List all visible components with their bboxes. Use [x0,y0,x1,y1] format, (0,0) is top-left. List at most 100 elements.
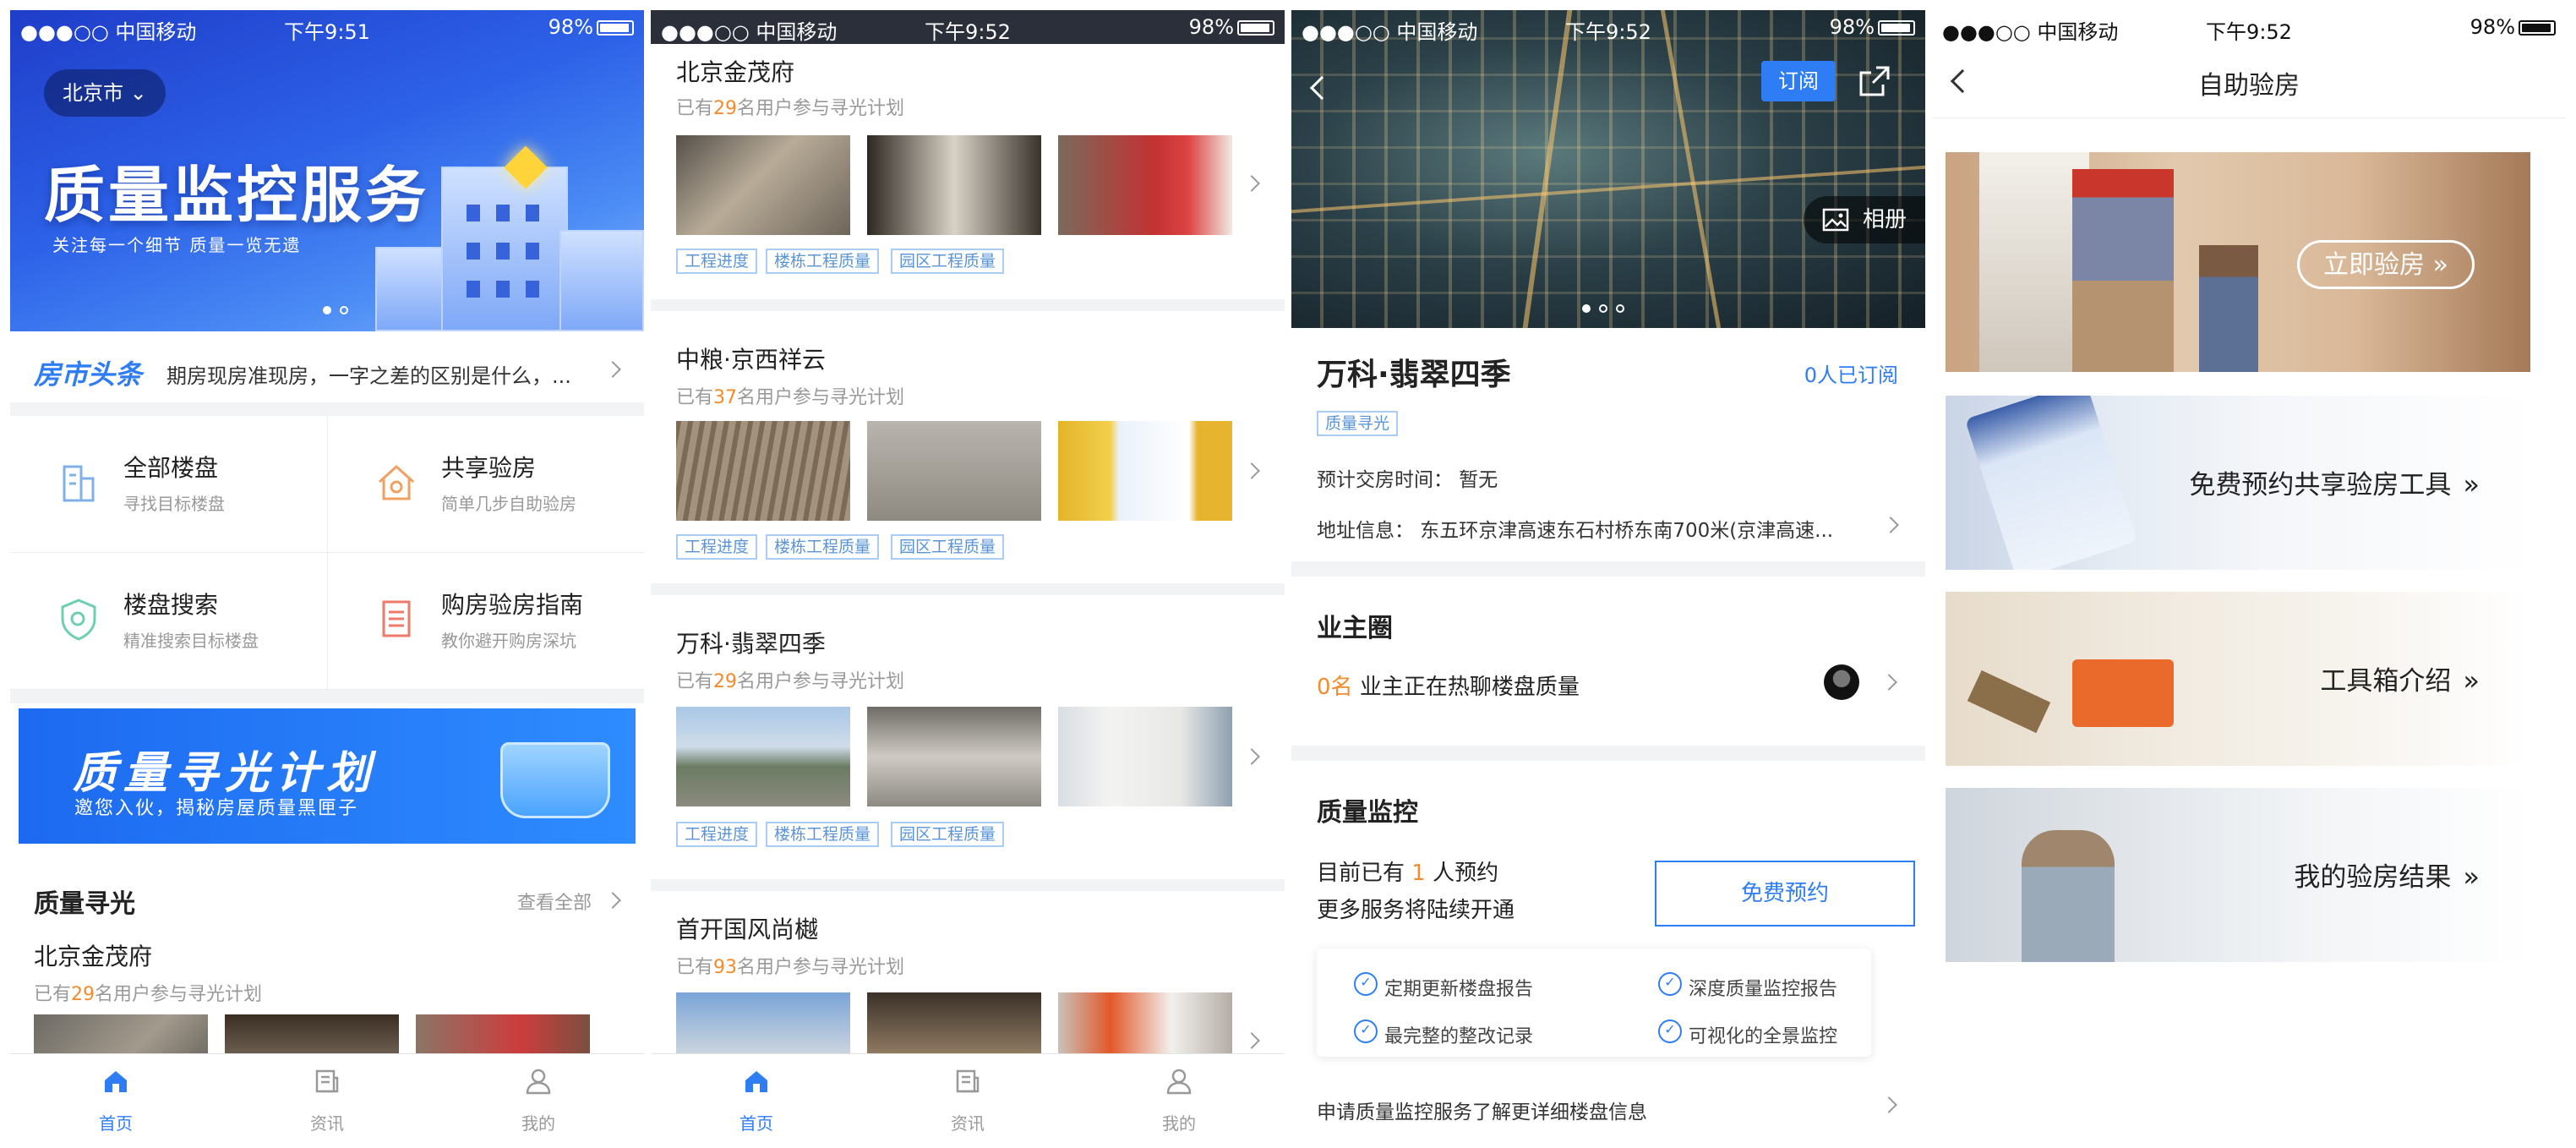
grid-item-desc: 寻找目标楼盘 [123,494,225,514]
start-inspection-banner[interactable]: 立即验房 » [1946,152,2530,372]
subscriber-count[interactable]: 0人已订阅 [1804,358,1898,388]
battery-icon [597,20,634,36]
album-button[interactable]: 相册 [1803,196,1925,243]
status-bar: ●●●○○ 中国移动 下午9:52 98% [1932,10,2566,44]
hero-building [375,247,451,331]
divider [10,690,644,703]
carousel-dot[interactable] [323,306,331,314]
menu-item-toolbox[interactable]: 工具箱介绍 [1946,592,2530,766]
chevron-right-icon [1880,674,1897,691]
news-ticker[interactable]: 房市头条 期房现房准现房，一字之差的区别是什么，... [10,331,644,416]
tab-profile[interactable]: 我的 [1073,1054,1285,1138]
tag-park-quality: 园区工程质量 [891,534,1005,560]
battery-icon [2519,20,2556,36]
city-selector[interactable]: 北京市 ⌄ [44,69,166,117]
home-screen: 北京市 ⌄ 质量监控服务 关注每一个细节 质量一览无遗 ●●●○○ 中国移动 下… [10,10,644,1138]
battery-percent: 98% [548,15,593,39]
project-info: 万科·翡翠四季 0人已订阅 质量寻光 预计交房时间： 暂无 地址信息： 东五环京… [1291,328,1925,561]
project-photo[interactable] [867,707,1041,806]
promo-banner[interactable]: 质量寻光计划 邀您入伙，揭秘房屋质量黑匣子 [19,708,636,844]
free-reserve-button[interactable]: 免费预约 [1655,861,1915,927]
worker-illustration [2022,830,2115,962]
carousel-dots[interactable] [323,306,348,314]
user-icon [526,1069,551,1095]
subscribe-button[interactable]: 订阅 [1761,61,1836,101]
carousel-dot[interactable] [1582,304,1591,313]
back-icon[interactable] [1309,75,1334,101]
project-photo[interactable] [1058,135,1232,235]
news-headline: 期房现房准现房，一字之差的区别是什么，... [166,364,571,388]
owner-circle[interactable]: 业主圈 0名 业主正在热聊楼盘质量 [1291,577,1925,746]
hero-building [559,230,644,331]
grid-item-desc: 精准搜索目标楼盘 [123,631,259,651]
participants-count: 37 [713,387,738,408]
chevron-right-icon [1882,517,1899,533]
start-inspection-button[interactable]: 立即验房 » [2297,240,2475,289]
chevron-right-icon [1243,462,1260,479]
feature-item: 深度质量监控报告 [1658,972,1837,1001]
project-aerial-photo[interactable]: 订阅 相册 [1291,10,1925,328]
feature-item: 最完整的整改记录 [1354,1020,1533,1048]
carousel-dot[interactable] [1599,304,1607,313]
tab-label: 首页 [740,1113,773,1134]
delivery-time: 预计交房时间： 暂无 [1317,469,1498,491]
tool-illustration [1967,670,2051,734]
participants-prefix: 已有 [676,671,714,692]
grid-item-desc: 教你避开购房深坑 [441,631,576,651]
grid-item-name: 全部楼盘 [123,454,219,482]
status-bar: ●●●○○ 中国移动 下午9:52 98% [651,10,1285,44]
project-photo[interactable] [867,135,1041,235]
participants-prefix: 已有 [676,387,714,408]
project-photo[interactable] [676,707,850,806]
share-icon[interactable] [1858,64,1891,98]
menu-item-my-results[interactable]: 我的验房结果 [1946,788,2530,962]
participants-prefix: 已有 [676,957,714,978]
menu-item-label: 免费预约共享验房工具 [2189,463,2480,501]
project-title: 万科·翡翠四季 [1317,358,1511,392]
menu-item-free-tools[interactable]: 免费预约共享验房工具 [1946,396,2530,570]
service-features: 定期更新楼盘报告 深度质量监控报告 最完整的整改记录 可视化的全景监控 [1317,948,1871,1057]
tab-profile[interactable]: 我的 [433,1054,644,1138]
grid-item-guide[interactable]: 购房验房指南 教你避开购房深坑 [327,553,644,690]
grid-item-all-projects[interactable]: 全部楼盘 寻找目标楼盘 [10,416,327,553]
project-card[interactable]: 北京金茂府 已有29名用户参与寻光计划 工程进度 楼栋工程质量 园区工程质量 [651,44,1285,299]
house-search-icon [378,464,415,500]
battery: 98% [548,15,634,39]
tab-home[interactable]: 首页 [651,1054,862,1138]
grid-item-search[interactable]: 楼盘搜索 精准搜索目标楼盘 [10,553,327,690]
grid-item-name: 购房验房指南 [441,591,584,619]
apply-service-link[interactable]: 申请质量监控服务了解更详细楼盘信息 [1317,1096,1647,1124]
carousel-dots[interactable] [1582,304,1624,313]
tab-home[interactable]: 首页 [10,1054,221,1138]
hero-window [526,243,539,260]
project-photo[interactable] [676,135,850,235]
status-bar: ●●●○○ 中国移动 下午9:52 98% [1291,10,1925,44]
project-card[interactable]: 万科·翡翠四季 已有29名用户参与寻光计划 工程进度 楼栋工程质量 园区工程质量 [651,595,1285,879]
view-all-link[interactable]: 查看全部 [517,888,592,915]
home-icon [745,1071,767,1092]
project-card[interactable]: 中粮·京西祥云 已有37名用户参与寻光计划 工程进度 楼栋工程质量 园区工程质量 [651,311,1285,583]
project-photo[interactable] [867,421,1041,521]
project-name: 北京金茂府 [676,58,795,86]
project-photo[interactable] [1058,421,1232,521]
address-info[interactable]: 地址信息： 东五环京津高速东石村桥东南700米(京津高速... [1317,514,1858,543]
photo-road [1522,10,1573,328]
carousel-dot[interactable] [1616,304,1624,313]
hero-title: 质量监控服务 [44,160,430,231]
tab-label: 我的 [1162,1113,1196,1134]
project-photo[interactable] [1058,707,1232,806]
promo-subtitle: 邀您入伙，揭秘房屋质量黑匣子 [74,798,359,819]
feature-item: 可视化的全景监控 [1658,1020,1837,1048]
carousel-dot[interactable] [340,306,348,314]
quality-monitor-title: 质量监控 [1317,798,1418,828]
grid-item-shared-inspection[interactable]: 共享验房 简单几步自助验房 [327,416,644,553]
tab-news[interactable]: 资讯 [862,1054,1073,1138]
grid-item-name: 共享验房 [441,454,537,482]
hero-window [496,281,510,298]
tab-news[interactable]: 资讯 [221,1054,433,1138]
hero-banner[interactable]: 北京市 ⌄ 质量监控服务 关注每一个细节 质量一览无遗 [10,10,644,331]
project-tag: 质量寻光 [1317,411,1399,436]
project-participants: 已有37名用户参与寻光计划 [676,382,904,409]
project-name[interactable]: 北京金茂府 [34,938,152,972]
project-photo[interactable] [676,421,850,521]
